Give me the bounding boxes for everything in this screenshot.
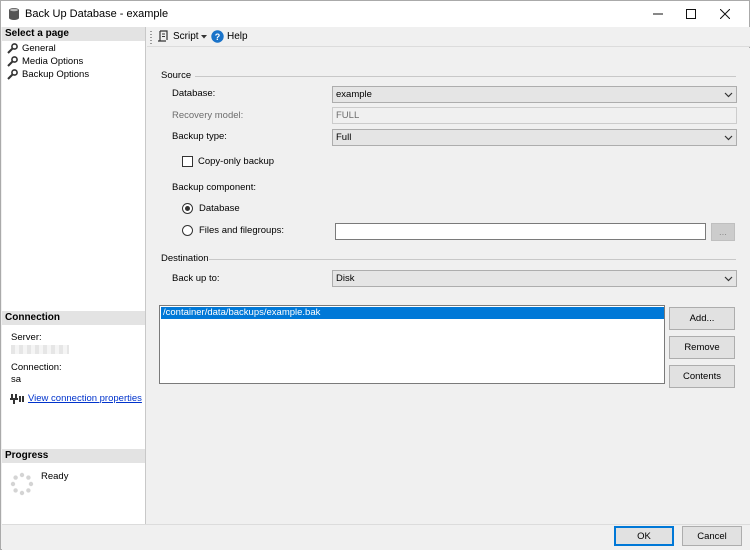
chevron-down-icon	[724, 276, 733, 282]
backup-type-select-value: Full	[336, 132, 352, 143]
chevron-down-icon	[724, 135, 733, 141]
wrench-icon	[7, 69, 18, 80]
copy-only-checkbox[interactable]	[182, 156, 193, 167]
title-bar[interactable]: Back Up Database - example	[1, 1, 749, 27]
progress-spinner-icon	[10, 472, 34, 499]
database-select-value: example	[336, 89, 372, 100]
connection-label: Connection:	[11, 362, 62, 373]
help-icon: ?	[211, 30, 224, 43]
minimize-icon	[653, 13, 663, 15]
component-database-radio[interactable]	[182, 203, 193, 214]
database-label: Database:	[172, 88, 216, 99]
list-item[interactable]: /container/data/backups/example.bak	[161, 307, 664, 319]
component-files-radio[interactable]	[182, 225, 193, 236]
recovery-model-field: FULL	[332, 107, 737, 124]
close-button[interactable]	[702, 1, 748, 27]
connection-header: Connection	[2, 311, 145, 325]
wrench-icon	[7, 56, 18, 67]
page-item-label: Backup Options	[22, 69, 90, 80]
svg-text:?: ?	[215, 32, 221, 42]
database-select[interactable]: example	[332, 86, 737, 103]
destination-divider	[209, 259, 736, 260]
left-pane: Select a page General Media Options Back…	[2, 27, 146, 524]
source-group-label: Source	[161, 70, 192, 81]
connection-properties-icon	[10, 393, 24, 407]
page-item-backup-options[interactable]: Backup Options	[7, 68, 89, 81]
toolbar-grip[interactable]	[150, 31, 152, 44]
connection-value: sa	[11, 374, 22, 385]
progress-header: Progress	[2, 449, 145, 463]
page-item-label: General	[22, 43, 56, 54]
recovery-model-label: Recovery model:	[172, 110, 244, 121]
server-value-redacted	[11, 345, 69, 354]
backup-database-window: Back Up Database - example Select a page…	[0, 0, 750, 550]
remove-destination-button[interactable]: Remove	[669, 336, 735, 359]
script-dropdown-button[interactable]	[201, 35, 207, 39]
chevron-down-icon	[201, 35, 207, 39]
script-button[interactable]: Script	[157, 30, 199, 43]
back-up-to-label: Back up to:	[172, 273, 220, 284]
cancel-button[interactable]: Cancel	[682, 526, 742, 546]
backup-type-select[interactable]: Full	[332, 129, 737, 146]
copy-only-label[interactable]: Copy-only backup	[198, 156, 274, 167]
page-item-media-options[interactable]: Media Options	[7, 55, 83, 68]
help-label: Help	[227, 31, 248, 42]
back-up-to-select[interactable]: Disk	[332, 270, 737, 287]
page-item-general[interactable]: General	[7, 42, 56, 55]
close-icon	[720, 9, 730, 19]
maximize-icon	[686, 9, 696, 19]
backup-type-label: Backup type:	[172, 131, 227, 142]
general-page-content: Source Database: example Recovery model:…	[147, 48, 750, 524]
component-files-label[interactable]: Files and filegroups:	[199, 225, 284, 236]
page-item-label: Media Options	[22, 56, 84, 67]
script-icon	[158, 30, 168, 42]
wrench-icon	[7, 43, 18, 54]
view-connection-properties-link[interactable]: View connection properties	[28, 393, 142, 404]
window-title: Back Up Database - example	[25, 8, 169, 20]
back-up-to-select-value: Disk	[336, 273, 355, 284]
toolbar: Script ? Help	[147, 27, 750, 47]
select-page-header: Select a page	[2, 27, 145, 41]
contents-button[interactable]: Contents	[669, 365, 735, 388]
database-icon	[8, 7, 20, 21]
files-filegroups-field[interactable]	[335, 223, 706, 240]
component-database-label[interactable]: Database	[199, 203, 240, 214]
progress-status: Ready	[41, 471, 69, 482]
server-label: Server:	[11, 332, 42, 343]
source-divider	[195, 76, 736, 77]
ok-button[interactable]: OK	[614, 526, 674, 546]
help-button[interactable]: ? Help	[211, 30, 248, 43]
script-label: Script	[173, 31, 199, 42]
chevron-down-icon	[724, 92, 733, 98]
backup-component-label: Backup component:	[172, 182, 256, 193]
browse-files-button[interactable]: ...	[711, 223, 735, 241]
backup-destinations-list[interactable]: /container/data/backups/example.bak	[159, 305, 665, 384]
add-destination-button[interactable]: Add...	[669, 307, 735, 330]
dialog-footer: OK Cancel	[2, 524, 750, 550]
destination-group-label: Destination	[161, 253, 209, 264]
